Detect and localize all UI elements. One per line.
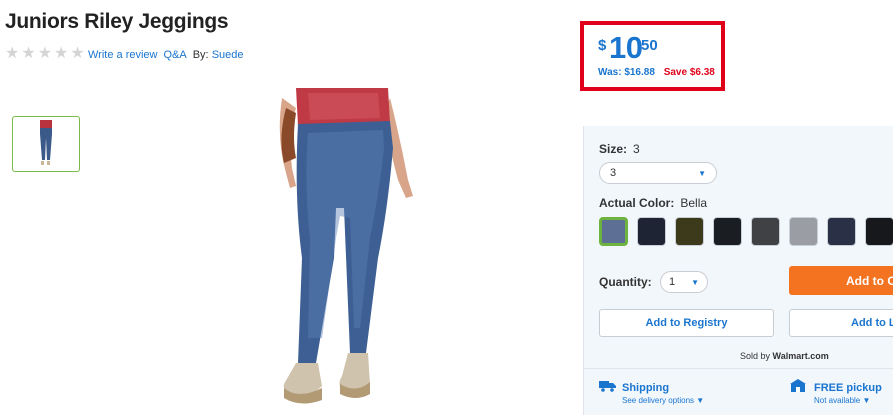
price-dollars: 10 (609, 30, 643, 65)
truck-icon (599, 381, 616, 392)
pickup-title: FREE pickup (814, 382, 882, 394)
color-value: Bella (680, 196, 708, 210)
size-select[interactable]: 3 ▼ (599, 162, 717, 184)
add-to-list-button[interactable]: Add to List (789, 309, 893, 337)
shipping-title: Shipping (622, 382, 670, 394)
color-swatch[interactable] (751, 217, 780, 246)
price-highlight-box (580, 21, 725, 91)
size-value: 3 (633, 142, 640, 156)
price-dollar-sign: $ (598, 37, 607, 54)
size-select-value: 3 (610, 167, 617, 179)
size-row: Size: 3 (599, 142, 640, 156)
product-main-image[interactable] (238, 88, 438, 414)
divider (584, 368, 893, 369)
product-thumbnail[interactable] (12, 116, 80, 172)
sold-by-label: Sold by (740, 351, 771, 361)
price-cents: 50 (641, 37, 658, 54)
color-swatch[interactable] (789, 217, 818, 246)
star-icon: ★ (37, 45, 53, 62)
brand-by: By: Suede (193, 49, 244, 61)
color-swatch[interactable] (827, 217, 856, 246)
pickup-options-link[interactable]: Not available ▼ (814, 396, 870, 405)
seller-name: Walmart.com (772, 351, 829, 361)
color-swatch[interactable] (675, 217, 704, 246)
pickup-subtitle: Not available (814, 396, 861, 405)
star-icon: ★ (54, 45, 69, 62)
color-swatch[interactable] (865, 217, 893, 246)
color-row: Actual Color: Bella (599, 196, 707, 210)
star-icon: ★ (70, 45, 85, 62)
chevron-down-icon: ▼ (691, 277, 699, 287)
was-label: Was: (598, 67, 622, 78)
quantity-label: Quantity: (599, 275, 652, 289)
add-to-cart-button[interactable]: Add to Cart (789, 266, 893, 295)
was-price: $16.88 (624, 67, 655, 78)
color-swatch[interactable] (713, 217, 742, 246)
was-price-row: Was: $16.88 Save $6.38 (598, 67, 715, 78)
shipping-subtitle: See delivery options (622, 396, 695, 405)
size-label: Size: (599, 142, 628, 156)
store-icon (790, 379, 806, 392)
rating-stars[interactable]: ★ ★ ★ ★ ★ (5, 46, 85, 62)
product-title: Juniors Riley Jeggings (5, 10, 229, 33)
qa-link[interactable]: Q&A (163, 49, 186, 61)
chevron-down-icon: ▼ (698, 168, 706, 178)
product-meta: Write a review Q&A By: Suede (88, 49, 244, 61)
savings-text: Save $6.38 (663, 67, 715, 78)
sold-by: Sold by Walmart.com (740, 351, 829, 361)
star-icon: ★ (5, 45, 20, 62)
color-label: Actual Color: (599, 196, 675, 210)
quantity-value: 1 (669, 276, 676, 288)
color-swatch[interactable] (599, 217, 628, 246)
jeans-thumbnail-image (40, 120, 52, 165)
shipping-options-link[interactable]: See delivery options ▼ (622, 396, 704, 405)
quantity-select[interactable]: 1 ▼ (660, 271, 708, 293)
by-label: By: (192, 49, 209, 61)
brand-link[interactable]: Suede (212, 49, 244, 61)
chevron-down-icon: ▼ (696, 396, 705, 405)
star-icon: ★ (21, 45, 36, 62)
write-review-link[interactable]: Write a review (88, 49, 157, 61)
color-swatch[interactable] (637, 217, 666, 246)
add-to-registry-button[interactable]: Add to Registry (599, 309, 774, 337)
chevron-down-icon: ▼ (862, 396, 871, 405)
